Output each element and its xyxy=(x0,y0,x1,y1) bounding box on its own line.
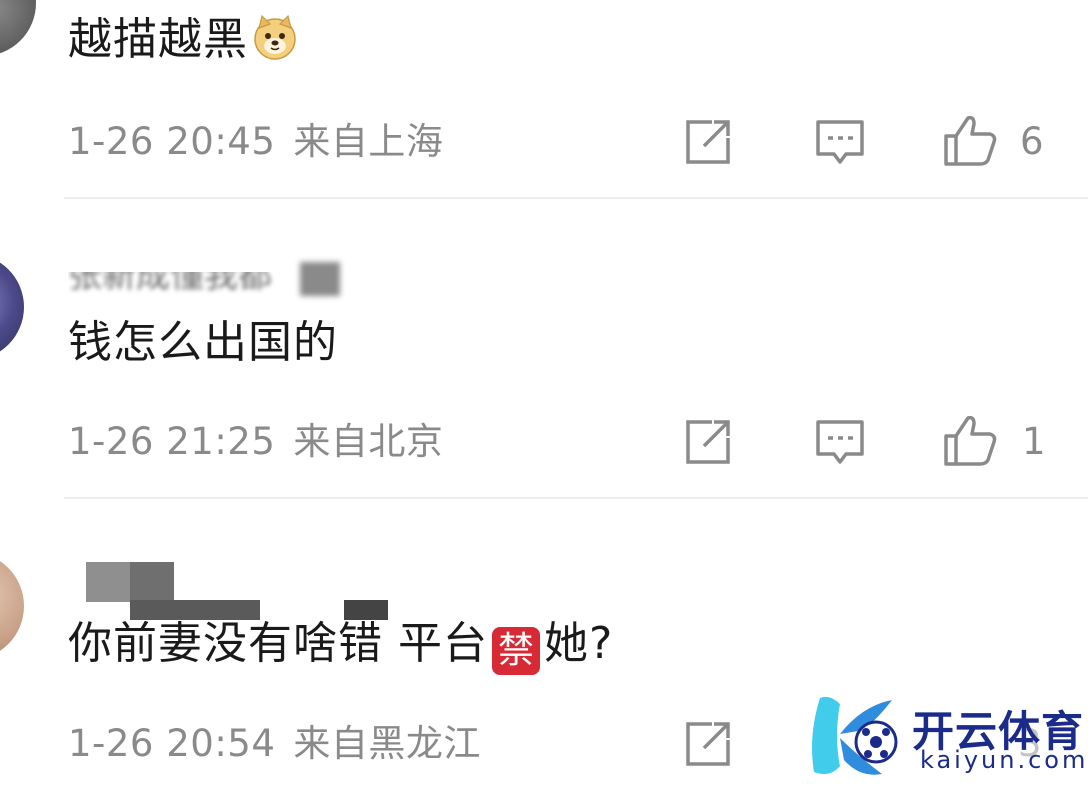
comment-meta: 1-26 20:45 来自上海 xyxy=(68,120,443,164)
avatar[interactable] xyxy=(0,552,24,660)
comment-body: 你前妻没有啥错 平台 xyxy=(68,618,488,669)
watermark-subtitle: kaiyun.com xyxy=(920,746,1088,774)
comment-time: 1-26 20:54 xyxy=(68,722,276,765)
comment-body: 她? xyxy=(544,618,614,669)
thumbs-up-icon[interactable] xyxy=(942,412,998,468)
comment-text: 钱怎么出国的 xyxy=(68,317,338,368)
kaiyun-logo-icon xyxy=(812,696,898,775)
like-count: 6 xyxy=(1020,120,1044,163)
comment-meta: 1-26 20:54 来自黑龙江 xyxy=(68,722,481,766)
share-icon[interactable] xyxy=(680,114,736,170)
share-icon[interactable] xyxy=(680,716,736,772)
comment-time: 1-26 20:45 xyxy=(68,120,276,163)
comment-text: 你前妻没有啥错 平台禁她? xyxy=(68,616,613,675)
mosaic-blur xyxy=(300,262,340,296)
mosaic-blur xyxy=(130,562,174,602)
comment-location: 来自黑龙江 xyxy=(293,722,481,765)
comment-list: 越描越黑 1-26 20:45 来自上海 6 张新成懂​我都 钱怎么出国的 1-2… xyxy=(0,0,1088,794)
avatar[interactable] xyxy=(0,254,24,360)
doge-emoji-icon xyxy=(254,14,296,60)
watermark: 开云体育 kaiyun.com xyxy=(800,686,1088,786)
comment-body: 越描越黑 xyxy=(68,14,248,65)
comment-location: 来自北京 xyxy=(293,420,444,463)
comment-meta: 1-26 21:25 来自北京 xyxy=(68,420,443,464)
comment-location: 来自上海 xyxy=(293,120,444,163)
mosaic-blur xyxy=(86,562,130,602)
avatar[interactable] xyxy=(0,0,36,56)
share-icon[interactable] xyxy=(680,414,736,470)
divider xyxy=(64,497,1088,499)
comment-time: 1-26 21:25 xyxy=(68,420,276,463)
ban-emoji-icon: 禁 xyxy=(492,627,540,675)
divider xyxy=(64,197,1088,199)
username[interactable]: 张新成懂​我都 xyxy=(68,272,478,296)
comment-icon[interactable] xyxy=(812,114,868,170)
like-count: 1 xyxy=(1022,420,1046,463)
comment-text: 越描越黑 xyxy=(68,12,298,68)
comment-icon[interactable] xyxy=(812,414,868,470)
thumbs-up-icon[interactable] xyxy=(942,112,998,168)
